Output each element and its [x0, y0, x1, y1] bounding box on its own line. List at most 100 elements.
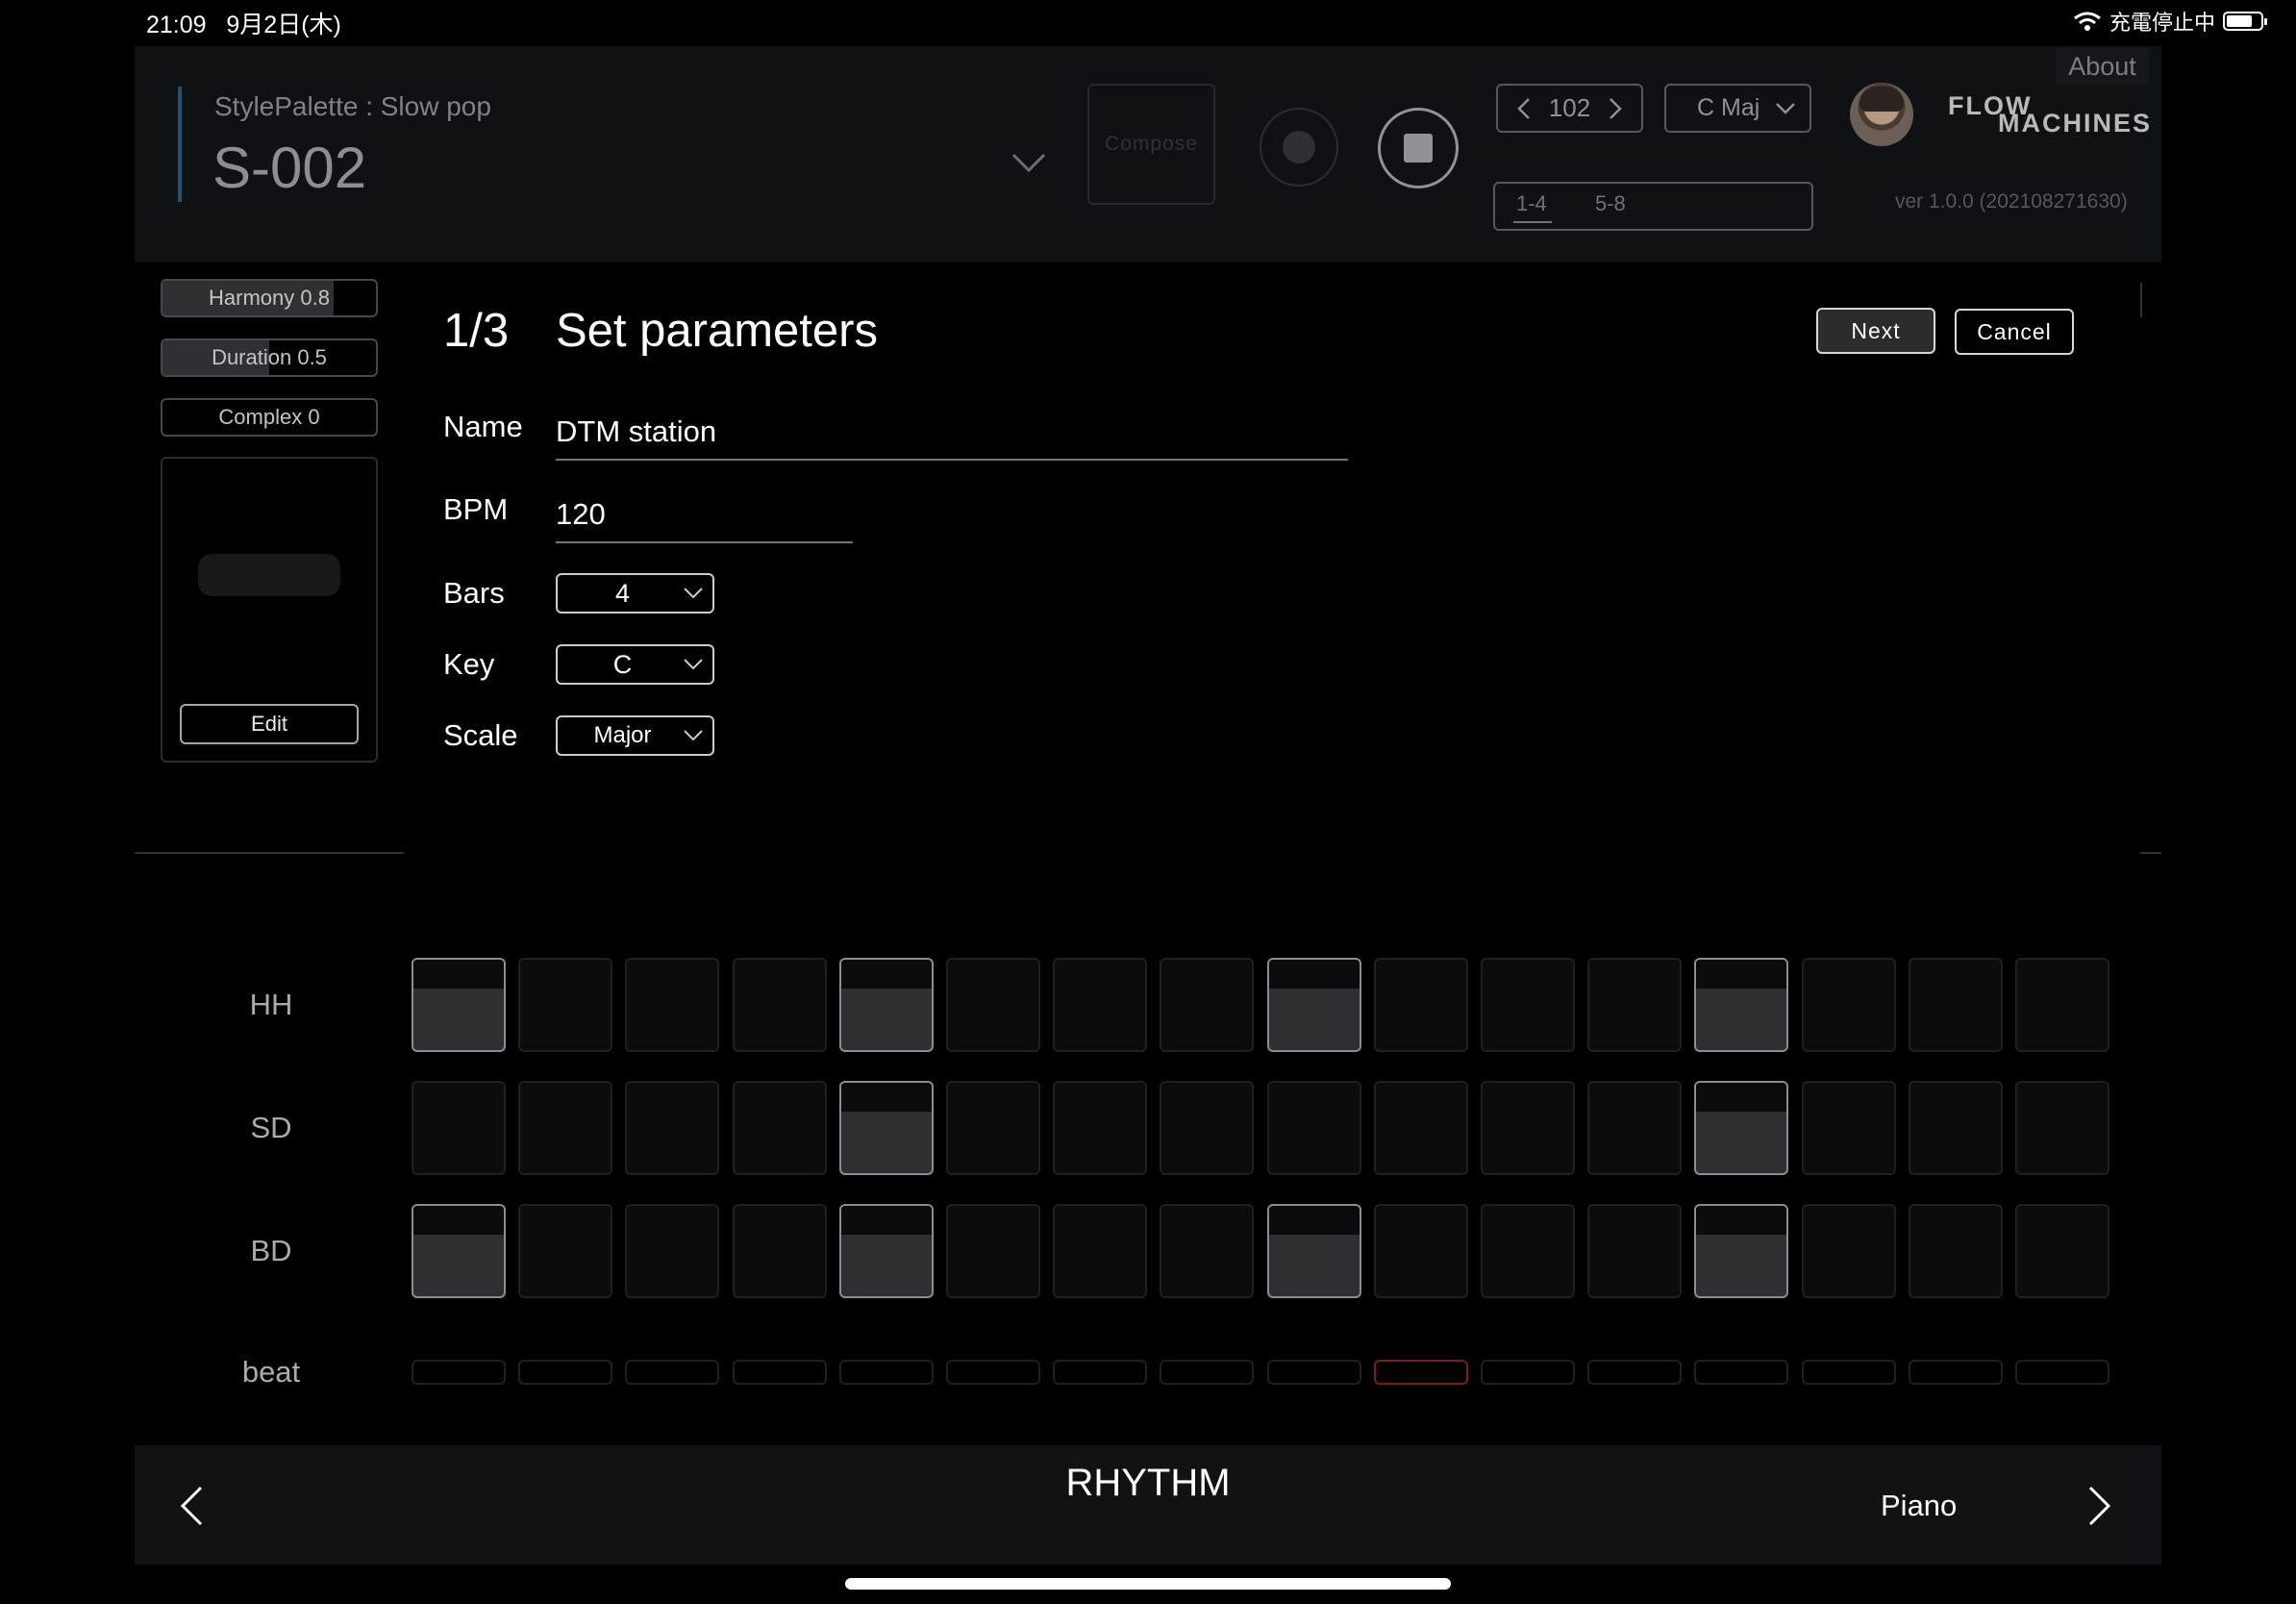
avatar[interactable]	[1850, 83, 1913, 146]
header-accent-bar	[178, 87, 182, 202]
status-date: 9月2日(木)	[226, 12, 341, 38]
home-indicator[interactable]	[845, 1578, 1451, 1590]
key-select[interactable]: C Maj	[1664, 84, 1811, 133]
step-cell-bd-13[interactable]	[1694, 1204, 1788, 1298]
step-cell-sd-14[interactable]	[1802, 1081, 1896, 1175]
step-cell-bd-4[interactable]	[733, 1204, 827, 1298]
about-button[interactable]: About	[2056, 48, 2149, 85]
step-cell-sd-4[interactable]	[733, 1081, 827, 1175]
duration-param[interactable]: Duration 0.5	[161, 338, 378, 377]
beat-indicator-12	[1587, 1360, 1682, 1385]
step-cell-bd-3[interactable]	[625, 1204, 719, 1298]
step-cell-hh-1[interactable]	[412, 958, 506, 1052]
step-cell-sd-5[interactable]	[839, 1081, 934, 1175]
step-cell-hh-7[interactable]	[1053, 958, 1147, 1052]
step-cell-sd-11[interactable]	[1481, 1081, 1575, 1175]
divider	[2140, 852, 2161, 854]
step-cell-hh-4[interactable]	[733, 958, 827, 1052]
next-panel-link[interactable]: Piano	[1881, 1489, 1957, 1523]
step-cell-sd-2[interactable]	[518, 1081, 612, 1175]
row-label-hh: HH	[249, 988, 293, 1021]
chevron-right-icon[interactable]	[1609, 97, 1622, 120]
step-cell-hh-12[interactable]	[1587, 958, 1682, 1052]
step-cell-bd-10[interactable]	[1374, 1204, 1468, 1298]
step-cell-hh-13[interactable]	[1694, 958, 1788, 1052]
beat-indicator-2	[518, 1360, 612, 1385]
compose-button[interactable]: Compose	[1087, 84, 1215, 205]
chevron-down-icon	[684, 659, 703, 670]
step-cell-sd-1[interactable]	[412, 1081, 506, 1175]
section-tab-1-4[interactable]: 1-4	[1516, 191, 1547, 216]
beat-indicator-11	[1481, 1360, 1575, 1385]
battery-icon	[2223, 12, 2267, 31]
step-cell-hh-9[interactable]	[1267, 958, 1361, 1052]
divider	[135, 852, 404, 854]
step-cell-bd-9[interactable]	[1267, 1204, 1361, 1298]
chevron-down-icon	[684, 730, 703, 741]
step-cell-hh-2[interactable]	[518, 958, 612, 1052]
beat-indicator-10	[1374, 1360, 1468, 1385]
step-cell-hh-16[interactable]	[2015, 958, 2109, 1052]
key-field-value: C	[612, 649, 633, 679]
step-cell-sd-16[interactable]	[2015, 1081, 2109, 1175]
harmony-param[interactable]: Harmony 0.8	[161, 279, 378, 317]
step-cell-hh-15[interactable]	[1909, 958, 2003, 1052]
status-time: 21:09 9月2日(木)	[146, 12, 341, 38]
bars-select[interactable]: 4	[556, 573, 714, 614]
bpm-field[interactable]	[556, 488, 853, 543]
step-cell-sd-8[interactable]	[1160, 1081, 1254, 1175]
name-field[interactable]	[556, 405, 1348, 461]
step-cell-sd-6[interactable]	[946, 1081, 1040, 1175]
step-cell-sd-15[interactable]	[1909, 1081, 2003, 1175]
status-right: 充電停止中	[2073, 6, 2267, 37]
logo-line-2: MACHINES	[1998, 109, 2153, 138]
row-label-sd: SD	[250, 1111, 292, 1144]
cancel-button[interactable]: Cancel	[1955, 309, 2074, 355]
style-palette-label: StylePalette : Slow pop	[214, 91, 491, 121]
step-cell-bd-6[interactable]	[946, 1204, 1040, 1298]
step-cell-bd-1[interactable]	[412, 1204, 506, 1298]
key-field-select[interactable]: C	[556, 644, 714, 685]
scale-select[interactable]: Major	[556, 715, 714, 756]
edit-button[interactable]: Edit	[180, 704, 359, 744]
step-cell-sd-13[interactable]	[1694, 1081, 1788, 1175]
step-cell-bd-12[interactable]	[1587, 1204, 1682, 1298]
step-cell-bd-14[interactable]	[1802, 1204, 1896, 1298]
tempo-stepper[interactable]: 102	[1496, 84, 1643, 133]
step-cell-hh-3[interactable]	[625, 958, 719, 1052]
chevron-right-icon[interactable]	[2086, 1485, 2113, 1527]
step-cell-hh-14[interactable]	[1802, 958, 1896, 1052]
next-button[interactable]: Next	[1816, 308, 1935, 354]
step-cell-sd-9[interactable]	[1267, 1081, 1361, 1175]
chevron-left-icon[interactable]	[1517, 97, 1531, 120]
step-cell-bd-16[interactable]	[2015, 1204, 2109, 1298]
section-tab-5-8[interactable]: 5-8	[1595, 191, 1626, 216]
step-cell-hh-6[interactable]	[946, 958, 1040, 1052]
step-cell-hh-10[interactable]	[1374, 958, 1468, 1052]
step-cell-hh-5[interactable]	[839, 958, 934, 1052]
step-cell-hh-11[interactable]	[1481, 958, 1575, 1052]
record-button[interactable]	[1260, 108, 1338, 187]
chevron-down-icon[interactable]	[1011, 152, 1046, 173]
step-cell-bd-15[interactable]	[1909, 1204, 2003, 1298]
step-cell-bd-8[interactable]	[1160, 1204, 1254, 1298]
step-cell-bd-11[interactable]	[1481, 1204, 1575, 1298]
step-cell-sd-12[interactable]	[1587, 1081, 1682, 1175]
beat-indicator-9	[1267, 1360, 1361, 1385]
stop-button[interactable]	[1378, 108, 1459, 188]
beat-indicator-4	[733, 1360, 827, 1385]
style-name: S-002	[212, 136, 367, 200]
bpm-label: BPM	[443, 492, 509, 526]
step-cell-bd-5[interactable]	[839, 1204, 934, 1298]
complex-param[interactable]: Complex 0	[161, 398, 378, 437]
flow-machines-logo: FLOW MACHINES	[1948, 91, 2150, 139]
step-cell-hh-8[interactable]	[1160, 958, 1254, 1052]
step-cell-bd-2[interactable]	[518, 1204, 612, 1298]
step-cell-sd-7[interactable]	[1053, 1081, 1147, 1175]
row-label-beat: beat	[241, 1355, 301, 1389]
chevron-down-icon	[1776, 102, 1795, 114]
step-cell-sd-3[interactable]	[625, 1081, 719, 1175]
step-cell-bd-7[interactable]	[1053, 1204, 1147, 1298]
beat-indicator-3	[625, 1360, 719, 1385]
step-cell-sd-10[interactable]	[1374, 1081, 1468, 1175]
